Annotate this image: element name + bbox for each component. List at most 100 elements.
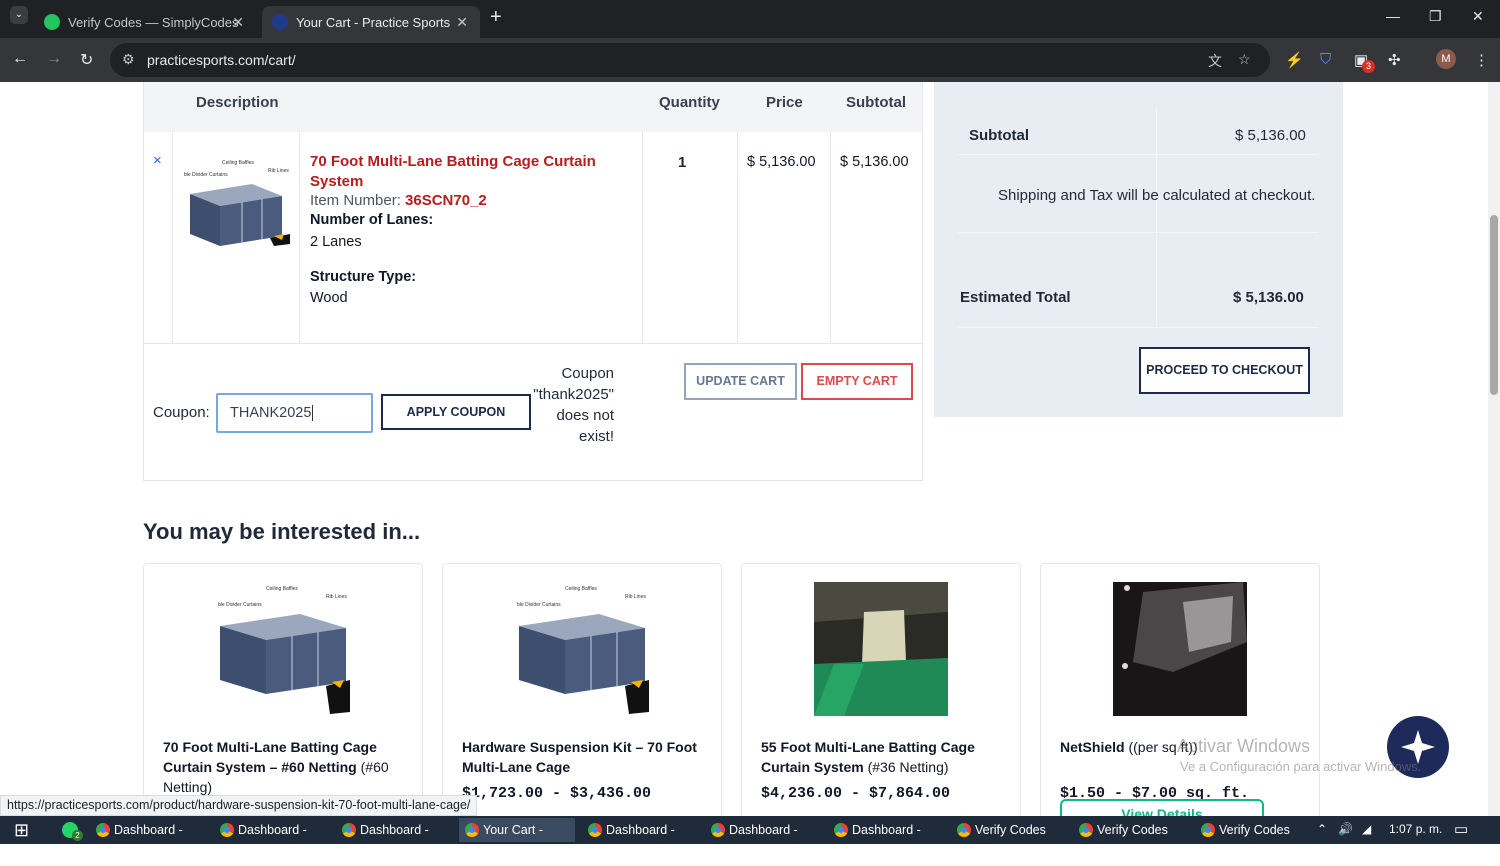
tray-chevron-icon[interactable]: ⌃ [1317, 822, 1327, 836]
extensions-puzzle-icon[interactable]: ✣ [1388, 51, 1401, 69]
view-details-button[interactable]: View Details [1060, 799, 1264, 816]
taskbar-item[interactable]: Dashboard - G... [214, 818, 330, 861]
extension-bolt-icon[interactable]: ⚡ [1285, 51, 1304, 69]
related-product-card[interactable]: 55 Foot Multi-Lane Batting Cage Curtain … [741, 563, 1021, 816]
svg-text:ble Divider Curtains: ble Divider Curtains [218, 602, 262, 608]
product-title-text: NetShield [1060, 739, 1125, 755]
reload-icon[interactable]: ↻ [80, 50, 93, 70]
tab-search-icon[interactable]: ⌄ [10, 6, 28, 24]
chrome-icon [96, 823, 110, 837]
chrome-icon [465, 823, 479, 837]
taskbar-item[interactable]: Dashboard - G... [336, 818, 452, 861]
product-title[interactable]: 55 Foot Multi-Lane Batting Cage Curtain … [761, 737, 1011, 777]
close-tab-icon[interactable]: ✕ [232, 14, 244, 31]
minimize-icon[interactable]: — [1386, 8, 1400, 24]
task-view-icon[interactable]: ⊞ [14, 820, 29, 841]
taskbar-item[interactable]: Verify Codes —... [951, 818, 1067, 861]
url-text[interactable]: practicesports.com/cart/ [147, 52, 296, 68]
header-price: Price [766, 94, 803, 111]
network-icon[interactable]: ◢ [1362, 822, 1371, 836]
product-price: $4,236.00 - $7,864.00 [761, 785, 951, 802]
volume-icon[interactable]: 🔊 [1338, 822, 1353, 836]
chrome-icon [711, 823, 725, 837]
product-image[interactable]: Ceiling Baffles ble Divider Curtains Rib… [515, 582, 649, 716]
cart-item-row: × Ceiling Baffles ble Divider Curtains R… [144, 132, 922, 344]
taskbar-item[interactable]: Dashboard - G... [90, 818, 206, 861]
apply-coupon-button[interactable]: APPLY COUPON [381, 394, 531, 430]
taskbar-item-active[interactable]: Your Cart - Pra... [459, 818, 575, 861]
subtotal-value: $ 5,136.00 [1235, 127, 1306, 144]
bookmark-star-icon[interactable]: ☆ [1238, 51, 1251, 68]
svg-text:Ceiling Baffles: Ceiling Baffles [565, 586, 597, 592]
address-bar[interactable]: ⚙ practicesports.com/cart/ 文 ☆ [110, 43, 1270, 77]
page-scrollbar[interactable] [1488, 82, 1500, 816]
header-subtotal: Subtotal [846, 94, 906, 111]
close-window-icon[interactable]: ✕ [1472, 8, 1484, 25]
coupon-input-value: THANK2025 [230, 405, 312, 421]
product-image[interactable] [1113, 582, 1247, 716]
item-number-label: Item Number: [310, 192, 401, 209]
clock[interactable]: 1:07 p. m. [1389, 822, 1442, 836]
coupon-input[interactable]: THANK2025 [216, 393, 373, 433]
svg-text:ble Divider Curtains: ble Divider Curtains [184, 172, 228, 178]
proceed-to-checkout-button[interactable]: PROCEED TO CHECKOUT [1139, 347, 1310, 394]
status-bar-url: https://practicesports.com/product/hardw… [0, 795, 478, 816]
whatsapp-badge: 2 [72, 830, 83, 841]
chrome-icon [1079, 823, 1093, 837]
empty-cart-button[interactable]: EMPTY CART [801, 363, 913, 400]
item-subtotal: $ 5,136.00 [840, 154, 909, 170]
related-product-card[interactable]: Ceiling Baffles ble Divider Curtains Rib… [143, 563, 423, 816]
extension-shield-icon[interactable]: ⛉ [1320, 51, 1331, 68]
taskbar-item[interactable]: Dashboard - G... [705, 818, 821, 861]
taskbar-item-label: Your Cart - Pra... [483, 823, 543, 861]
related-product-card[interactable]: Ceiling Baffles ble Divider Curtains Rib… [442, 563, 722, 816]
item-quantity[interactable]: 1 [678, 154, 686, 171]
related-heading: You may be interested in... [143, 519, 421, 544]
update-cart-button[interactable]: UPDATE CART [684, 363, 797, 400]
related-product-card[interactable]: NetShield ((per sq ft)) $1.50 - $7.00 sq… [1040, 563, 1320, 816]
product-title[interactable]: 70 Foot Multi-Lane Batting Cage Curtain … [163, 737, 413, 797]
forward-icon[interactable]: → [46, 50, 62, 68]
cart-table: Description Quantity Price Subtotal × Ce… [143, 82, 923, 481]
back-icon[interactable]: ← [12, 50, 28, 68]
item-number: Item Number: 36SCN70_2 [310, 192, 487, 209]
cart-totals-panel: Subtotal $ 5,136.00 Shipping and Tax wil… [934, 82, 1343, 417]
restore-icon[interactable]: ❐ [1429, 8, 1442, 25]
product-title[interactable]: Hardware Suspension Kit – 70 Foot Multi-… [462, 737, 712, 777]
site-info-icon[interactable]: ⚙ [122, 51, 135, 68]
taskbar-item-label: Dashboard - G... [360, 823, 429, 861]
tab-simplycodes[interactable]: Verify Codes — SimplyCodes ✕ [34, 6, 256, 38]
product-name-link[interactable]: 70 Foot Multi-Lane Batting Cage Curtain … [310, 152, 630, 192]
page-content: Description Quantity Price Subtotal × Ce… [0, 82, 1488, 816]
taskbar-item-label: Dashboard - G... [852, 823, 921, 861]
product-image[interactable]: Ceiling Baffles ble Divider Curtains Rib… [216, 582, 350, 716]
taskbar-item[interactable]: Verify Codes —... [1073, 818, 1189, 861]
product-thumbnail[interactable]: Ceiling Baffles ble Divider Curtains Rib… [182, 154, 292, 258]
practicesports-favicon-icon [272, 14, 288, 30]
taskbar-item[interactable]: Verify Codes —... [1195, 818, 1311, 861]
structure-value: Wood [310, 290, 348, 306]
chrome-icon [342, 823, 356, 837]
tab-practice-sports[interactable]: Your Cart - Practice Sports ✕ [262, 6, 480, 38]
scrollbar-thumb[interactable] [1490, 215, 1498, 395]
chrome-icon [1201, 823, 1215, 837]
product-title-text: Hardware Suspension Kit – 70 Foot Multi-… [462, 739, 697, 775]
menu-dots-icon[interactable]: ⋮ [1474, 51, 1489, 69]
new-tab-button[interactable]: + [490, 6, 502, 29]
product-image[interactable] [814, 582, 948, 716]
taskbar-item-label: Dashboard - G... [606, 823, 675, 861]
chrome-icon [957, 823, 971, 837]
taskbar-item[interactable]: Dashboard - G... [828, 818, 944, 861]
windows-activation-watermark-sub: Ve a Configuración para activar Windows. [1180, 759, 1422, 774]
notifications-icon[interactable]: ▭ [1454, 820, 1468, 838]
taskbar-item-label: Verify Codes —... [1219, 823, 1290, 861]
item-price: $ 5,136.00 [747, 154, 816, 170]
taskbar-item-label: Verify Codes —... [1097, 823, 1168, 861]
profile-avatar[interactable]: M [1436, 49, 1456, 69]
taskbar-item-label: Dashboard - G... [114, 823, 183, 861]
close-tab-icon[interactable]: ✕ [456, 14, 468, 31]
remove-item-icon[interactable]: × [153, 152, 162, 169]
translate-icon[interactable]: 文 [1208, 51, 1222, 71]
taskbar-item-label: Dashboard - G... [238, 823, 307, 861]
taskbar-item[interactable]: Dashboard - G... [582, 818, 698, 861]
